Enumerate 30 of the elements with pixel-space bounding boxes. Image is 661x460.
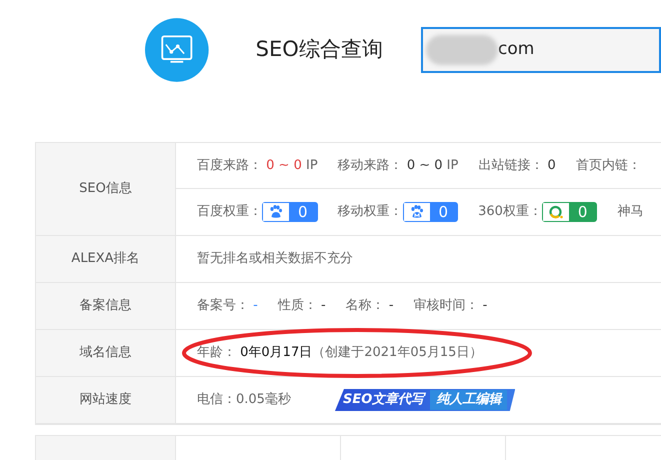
weight-badge[interactable]: 0	[262, 202, 318, 222]
info-text: 审核时间： -	[414, 297, 488, 316]
info-text: 性质： -	[278, 297, 326, 316]
paw-icon	[268, 204, 284, 220]
page-title: SEO综合查询	[256, 36, 384, 64]
monitor-chart-logo	[145, 15, 209, 85]
weight-badge[interactable]: 0	[402, 202, 458, 222]
info-text: 神马	[617, 203, 644, 222]
info-text: 移动来路： 0 ~ 0 IP	[338, 156, 458, 175]
paw-icon	[408, 204, 425, 220]
item-label: 百度权重：	[197, 203, 262, 222]
item-label: 360权重：	[478, 203, 542, 222]
info-text: 年龄： 0年0月17日（创建于2021年05月15日）	[197, 344, 482, 362]
row-header: 网站速度	[36, 377, 176, 423]
ring-icon	[548, 204, 564, 220]
info-text: 首页内链：	[576, 156, 641, 175]
info-text: 名称： -	[346, 297, 394, 316]
info-text: 电信：0.05毫秒	[197, 391, 291, 410]
info-text: 暂无排名或相关数据不充分	[197, 250, 353, 268]
row-header: 域名信息	[36, 330, 176, 376]
row-header: ALEXA排名	[36, 236, 176, 282]
ad-banner[interactable]: SEO文章代写 纯人工编辑	[334, 389, 516, 411]
item-label: 移动权重：	[338, 203, 403, 222]
domain-field[interactable]: com	[421, 27, 661, 73]
row-header: 备案信息	[36, 283, 176, 329]
row-header: SEO信息	[36, 143, 176, 235]
info-text: 备案号： -	[197, 297, 258, 316]
weight-badge[interactable]: 0	[542, 202, 598, 222]
info-text: 百度来路： 0 ~ 0 IP	[197, 156, 318, 175]
info-text: 出站链接： 0	[478, 156, 556, 175]
